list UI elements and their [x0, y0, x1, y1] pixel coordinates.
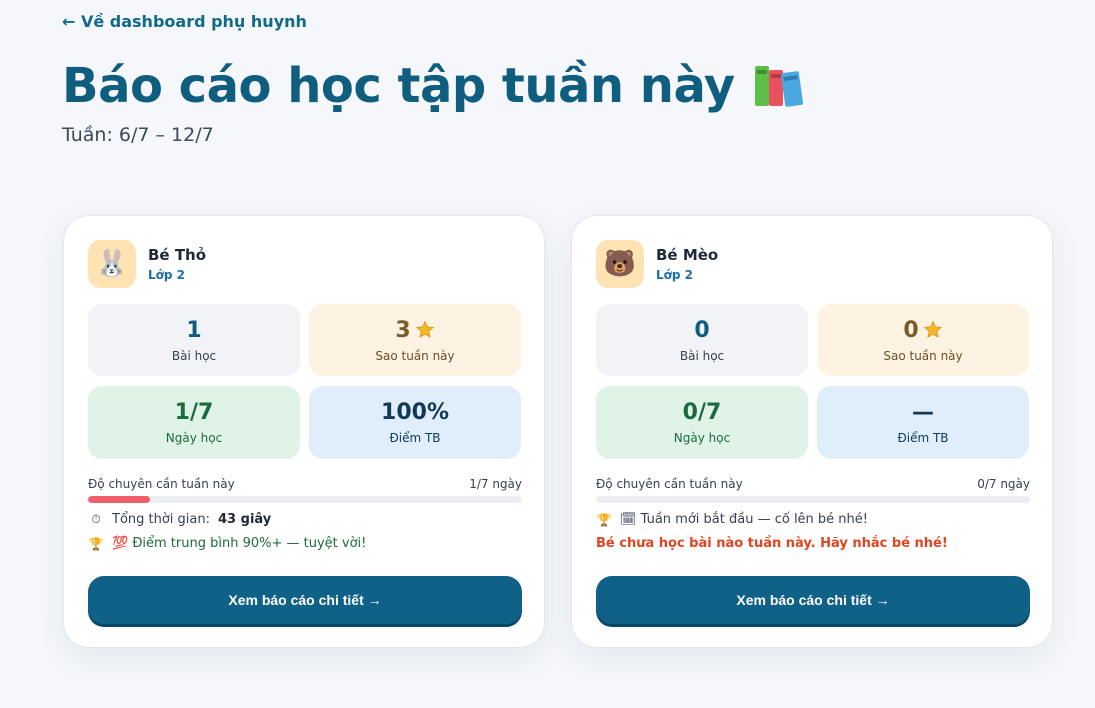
reminder-warning: Bé chưa học bài nào tuần này. Hãy nhắc b… [596, 536, 948, 551]
page-title-text: Báo cáo học tập tuần này [62, 58, 735, 114]
stat-stars-value: 0 [903, 317, 919, 343]
books-icon [753, 62, 805, 110]
attendance-label: Độ chuyên cần tuần này [596, 477, 743, 491]
achievement-line: 🏆 💯 Điểm trung bình 90%+ — tuyệt vời! [88, 536, 367, 551]
trophy-icon: 🏆 [88, 536, 104, 551]
attendance-row: Độ chuyên cần tuần này 1/7 ngày [88, 477, 522, 491]
child-name: Bé Mèo [656, 246, 719, 264]
stat-days-value: 0/7 [682, 400, 722, 425]
stat-lessons: 0 Bài học [596, 304, 808, 376]
stat-stars-label: Sao tuần này [883, 348, 963, 363]
achievement-text: 💯 Điểm trung bình 90%+ — tuyệt vời! [112, 536, 367, 551]
stat-score: — Điểm TB [817, 386, 1029, 459]
child-grade: Lớp 2 [148, 268, 186, 282]
stat-stars-value: 3 [395, 317, 411, 343]
attendance-count: 0/7 ngày [977, 477, 1030, 491]
back-to-dashboard-link[interactable]: ← Về dashboard phụ huynh [62, 12, 307, 31]
child-header: 🐻 Bé Mèo Lớp 2 [596, 240, 718, 288]
rabbit-icon: 🐰 [88, 240, 136, 288]
attendance-progress-bar [88, 496, 522, 503]
stat-score: 100% Điểm TB [309, 386, 521, 459]
total-time-value: 43 giây [218, 512, 272, 527]
stat-score-value: — [912, 400, 934, 425]
stat-lessons-label: Bài học [171, 348, 217, 363]
stat-score-value: 100% [381, 400, 449, 425]
child-card-be-tho: 🐰 Bé Thỏ Lớp 2 1 Bài học 3 Sao tuần này … [63, 215, 545, 648]
attendance-progress-bar [596, 496, 1030, 503]
view-detail-report-button[interactable]: Xem báo cáo chi tiết → [88, 576, 522, 624]
stopwatch-icon: ⏱ [91, 512, 101, 526]
stat-lessons-label: Bài học [679, 348, 725, 363]
child-header: 🐰 Bé Thỏ Lớp 2 [88, 240, 206, 288]
stat-score-label: Điểm TB [897, 431, 949, 445]
trophy-icon: 🏆 [596, 512, 612, 527]
stat-score-label: Điểm TB [389, 431, 441, 445]
stat-days: 0/7 Ngày học [596, 386, 808, 459]
stat-lessons-value: 0 [694, 317, 710, 343]
stat-days-value: 1/7 [174, 400, 214, 425]
stat-stars: 0 Sao tuần này [817, 304, 1029, 376]
child-card-be-meo: 🐻 Bé Mèo Lớp 2 0 Bài học 0 Sao tuần này … [571, 215, 1053, 648]
star-icon [415, 320, 435, 340]
stat-days-label: Ngày học [165, 431, 223, 445]
stat-days-label: Ngày học [673, 431, 731, 445]
week-range: Tuần: 6/7 – 12/7 [62, 124, 214, 146]
stat-lessons: 1 Bài học [88, 304, 300, 376]
attendance-progress-fill [88, 496, 151, 503]
encouragement-text: 🗓 Tuần mới bắt đầu — cố lên bé nhé! [620, 512, 868, 527]
bear-icon: 🐻 [596, 240, 644, 288]
stat-stars-value-row: 3 [395, 318, 434, 343]
child-grade: Lớp 2 [656, 268, 694, 282]
child-name: Bé Thỏ [148, 246, 207, 264]
stat-stars-label: Sao tuần này [375, 348, 455, 363]
attendance-label: Độ chuyên cần tuần này [88, 477, 235, 491]
encouragement-line: 🏆 🗓 Tuần mới bắt đầu — cố lên bé nhé! [596, 512, 868, 527]
total-time-label: Tổng thời gian: [112, 512, 211, 527]
page-title: Báo cáo học tập tuần này [62, 58, 805, 114]
total-time-line: ⏱ Tổng thời gian: 43 giây [88, 512, 271, 527]
stat-lessons-value: 1 [186, 317, 202, 343]
stat-stars: 3 Sao tuần này [309, 304, 521, 376]
stat-stars-value-row: 0 [903, 318, 942, 343]
stat-days: 1/7 Ngày học [88, 386, 300, 459]
star-icon [923, 320, 943, 340]
attendance-row: Độ chuyên cần tuần này 0/7 ngày [596, 477, 1030, 491]
view-detail-report-button[interactable]: Xem báo cáo chi tiết → [596, 576, 1030, 624]
attendance-count: 1/7 ngày [469, 477, 522, 491]
